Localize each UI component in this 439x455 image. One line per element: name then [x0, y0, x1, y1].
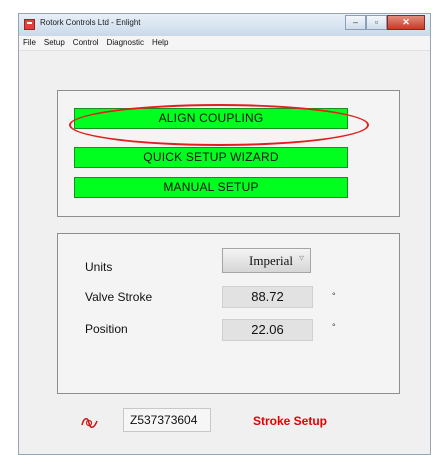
window-title: Rotork Controls Ltd - Enlight: [40, 18, 141, 27]
units-value: Imperial: [249, 253, 294, 268]
setup-options-panel: ALIGN COUPLING QUICK SETUP WIZARD MANUAL…: [57, 90, 400, 217]
title-bar[interactable]: Rotork Controls Ltd - Enlight – ▫ ✕: [19, 14, 430, 37]
units-label: Units: [85, 260, 113, 274]
maximize-button[interactable]: ▫: [366, 15, 387, 30]
align-coupling-button[interactable]: ALIGN COUPLING: [74, 108, 348, 129]
valve-stroke-unit: °: [332, 291, 336, 301]
menu-diagnostic[interactable]: Diagnostic: [103, 36, 148, 50]
window-controls: – ▫ ✕: [345, 15, 425, 30]
menu-file[interactable]: File: [19, 36, 40, 50]
minimize-button[interactable]: –: [345, 15, 366, 30]
valve-stroke-label: Valve Stroke: [85, 290, 153, 304]
position-label: Position: [85, 322, 128, 336]
quick-setup-wizard-button[interactable]: QUICK SETUP WIZARD: [74, 147, 348, 168]
signal-wave-icon: [81, 417, 98, 429]
menu-help[interactable]: Help: [148, 36, 172, 50]
status-label: Stroke Setup: [253, 414, 328, 428]
menu-bar: File Setup Control Diagnostic Help: [19, 36, 430, 51]
close-button[interactable]: ✕: [387, 15, 425, 30]
chevron-down-icon: ▿: [298, 253, 304, 264]
position-unit: °: [332, 322, 336, 332]
position-value: 22.06: [222, 319, 313, 341]
menu-control[interactable]: Control: [69, 36, 103, 50]
units-dropdown[interactable]: Imperial ▿: [222, 248, 311, 273]
manual-setup-button[interactable]: MANUAL SETUP: [74, 177, 348, 198]
menu-setup[interactable]: Setup: [40, 36, 69, 50]
valve-stroke-value: 88.72: [222, 286, 313, 308]
settings-panel: Units Imperial ▿ Valve Stroke 88.72 ° Po…: [57, 233, 400, 394]
serial-number-field: Z537373604: [123, 408, 211, 432]
app-icon: [24, 19, 35, 30]
